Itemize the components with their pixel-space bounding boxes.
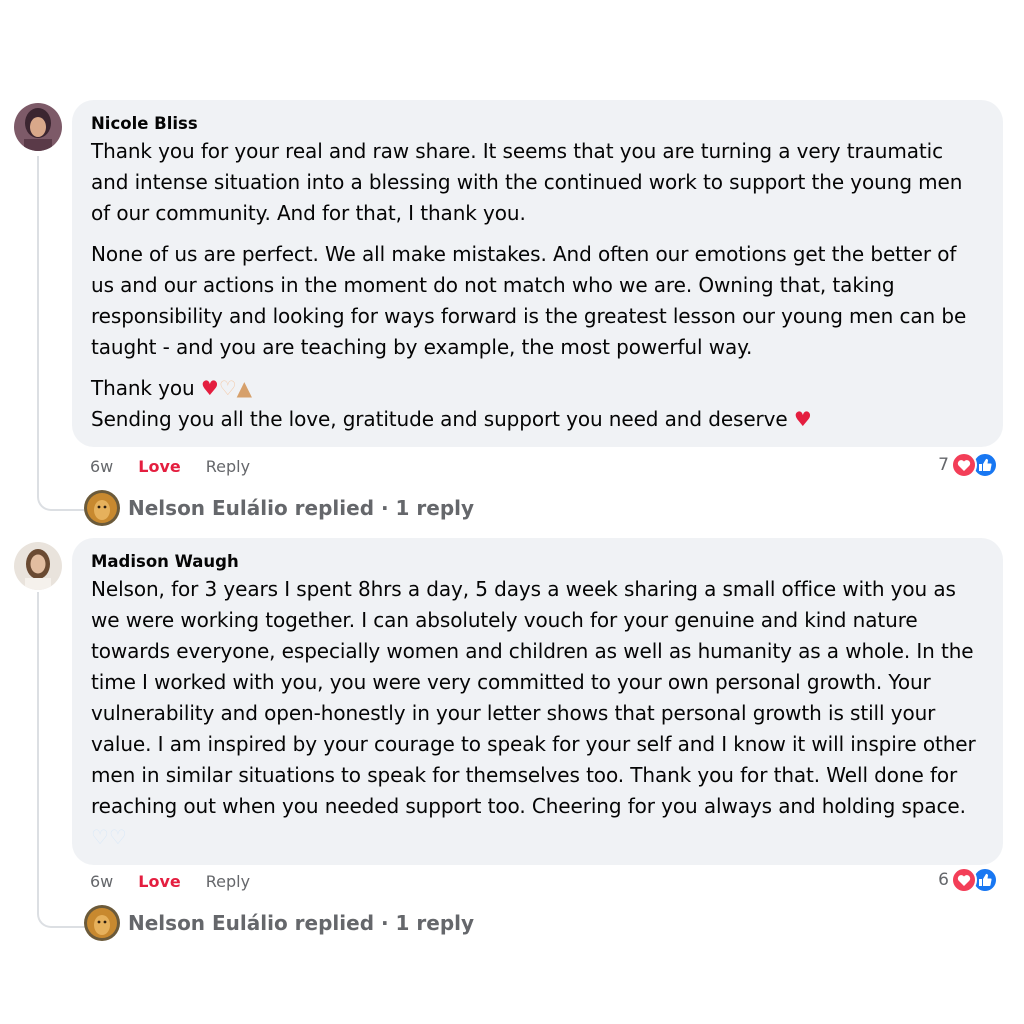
avatar[interactable] (14, 103, 62, 151)
reaction-count: 7 (938, 455, 949, 475)
reply-button[interactable]: Reply (206, 457, 250, 477)
red-heart-icon: ♥ (793, 407, 812, 431)
love-button[interactable]: Love (138, 457, 180, 477)
replied-summary[interactable]: Nelson Eulálio replied · 1 reply (128, 911, 474, 935)
comment-text: Thank you ♥♡▲ (91, 373, 984, 404)
reply-button[interactable]: Reply (206, 872, 250, 892)
heart-hands-icon: ♡ (218, 376, 237, 400)
comment-author[interactable]: Madison Waugh (91, 552, 984, 572)
reaction-count: 6 (938, 870, 949, 890)
reaction-summary[interactable]: 6 (938, 867, 998, 893)
comment-actions: 6w Love Reply (90, 872, 250, 892)
view-replies-link[interactable]: Nelson Eulálio replied · 1 reply (84, 490, 474, 526)
comment-timestamp[interactable]: 6w (90, 872, 113, 892)
white-heart-icon: ♡♡ (91, 825, 127, 849)
love-button[interactable]: Love (138, 872, 180, 892)
folded-hands-icon: ▲ (236, 376, 252, 400)
avatar (84, 905, 120, 941)
avatar (84, 490, 120, 526)
comment-text: Thank you for your real and raw share. I… (91, 139, 963, 225)
love-reaction-icon (951, 867, 977, 893)
comment-actions: 6w Love Reply (90, 457, 250, 477)
comment-closing-line: Thank you (91, 376, 195, 400)
view-replies-link[interactable]: Nelson Eulálio replied · 1 reply (84, 905, 474, 941)
replied-summary[interactable]: Nelson Eulálio replied · 1 reply (128, 496, 474, 520)
comment-text: Sending you all the love, gratitude and … (91, 404, 984, 435)
comment-closing-line: Sending you all the love, gratitude and … (91, 407, 788, 431)
red-heart-icon: ♥ (200, 376, 219, 400)
comment-bubble: Madison Waugh Nelson, for 3 years I spen… (72, 538, 1003, 865)
comment-body: Nelson, for 3 years I spent 8hrs a day, … (91, 577, 976, 818)
avatar[interactable] (14, 542, 62, 590)
love-reaction-icon (951, 452, 977, 478)
comment-author[interactable]: Nicole Bliss (91, 114, 984, 134)
comment-text: None of us are perfect. We all make mist… (91, 242, 967, 359)
comment-bubble: Nicole Bliss Thank you for your real and… (72, 100, 1003, 447)
comment-text: Nelson, for 3 years I spent 8hrs a day, … (91, 574, 984, 853)
comment-timestamp[interactable]: 6w (90, 457, 113, 477)
reaction-summary[interactable]: 7 (938, 452, 998, 478)
